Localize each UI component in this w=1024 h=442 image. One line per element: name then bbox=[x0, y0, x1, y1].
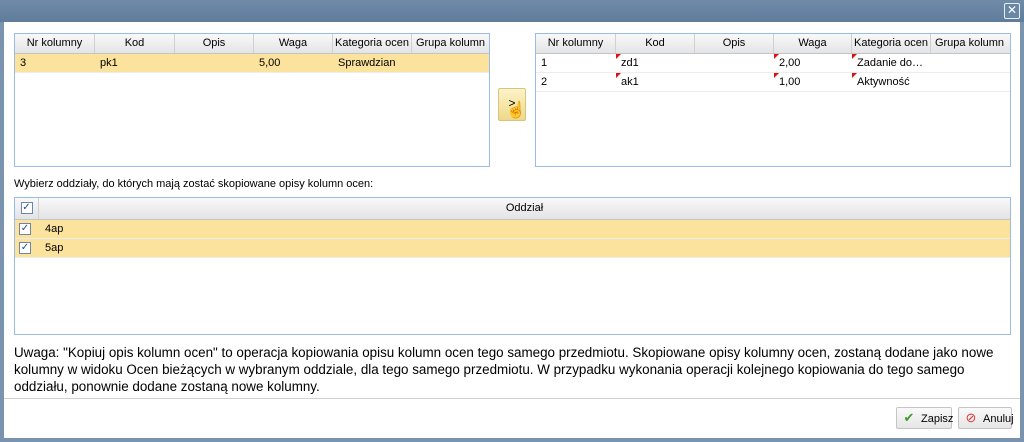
cancel-button[interactable]: ⊘ Anuluj bbox=[958, 407, 1014, 429]
col-header-kategoria[interactable]: Kategoria ocen bbox=[333, 34, 412, 53]
table-row[interactable]: 3 pk1 5,00 Sprawdzian bbox=[15, 54, 489, 73]
cell-kod: zd1 bbox=[616, 54, 695, 72]
save-button[interactable]: ✔ Zapisz bbox=[896, 407, 954, 429]
table-row[interactable]: 1 zd1 2,00 Zadanie dom... bbox=[536, 54, 1010, 73]
cell-opis bbox=[175, 54, 254, 72]
modified-marker-icon bbox=[616, 54, 621, 59]
cell-grupa bbox=[412, 54, 489, 72]
target-columns-grid: Nr kolumny Kod Opis Waga Kategoria ocen … bbox=[535, 33, 1011, 167]
cell-kod: pk1 bbox=[100, 57, 118, 69]
col-header-grupa[interactable]: Grupa kolumn bbox=[412, 34, 489, 53]
window-titlebar: ✕ bbox=[0, 0, 1024, 22]
checkbox-checked-icon: ✓ bbox=[19, 223, 31, 236]
source-columns-grid: Nr kolumny Kod Opis Waga Kategoria ocen … bbox=[14, 33, 490, 167]
cell-waga: 5,00 bbox=[259, 57, 281, 69]
cell-kategoria: Zadanie dom... bbox=[852, 54, 931, 72]
modified-marker-icon bbox=[774, 54, 779, 59]
warning-note: Uwaga: "Kopiuj opis kolumn ocen" to oper… bbox=[14, 345, 994, 394]
cell-grupa bbox=[931, 54, 1008, 72]
col-header-waga[interactable]: Waga bbox=[254, 34, 333, 53]
cell-kategoria: Aktywność bbox=[852, 73, 931, 91]
select-all-checkbox[interactable]: ✓ bbox=[15, 198, 39, 219]
cell-nr: 1 bbox=[541, 57, 548, 69]
col-header-kategoria[interactable]: Kategoria ocen bbox=[852, 34, 931, 53]
cell-kod: ak1 bbox=[616, 73, 695, 91]
target-grid-header: Nr kolumny Kod Opis Waga Kategoria ocen … bbox=[536, 34, 1010, 54]
checkmark-icon: ✔ bbox=[903, 410, 915, 425]
cancel-icon: ⊘ bbox=[965, 410, 977, 425]
col-header-grupa[interactable]: Grupa kolumn bbox=[931, 34, 1008, 53]
class-grid: ✓ Oddział ✓ 4ap ✓ 5ap bbox=[14, 197, 1011, 335]
cell-nr: 2 bbox=[541, 76, 548, 88]
dialog-body: Nr kolumny Kod Opis Waga Kategoria ocen … bbox=[4, 22, 1020, 438]
col-header-nr[interactable]: Nr kolumny bbox=[536, 34, 616, 53]
select-all-check-icon: ✓ bbox=[20, 202, 33, 215]
modified-marker-icon bbox=[852, 73, 857, 78]
class-grid-header: ✓ Oddział bbox=[15, 198, 1010, 220]
modified-marker-icon bbox=[774, 73, 779, 78]
col-header-oddzial[interactable]: Oddział bbox=[39, 198, 1010, 219]
row-checkbox[interactable]: ✓ bbox=[15, 220, 39, 238]
cell-opis bbox=[695, 54, 774, 72]
col-header-nr[interactable]: Nr kolumny bbox=[15, 34, 95, 53]
source-grid-header: Nr kolumny Kod Opis Waga Kategoria ocen … bbox=[15, 34, 489, 54]
cell-opis bbox=[695, 73, 774, 91]
class-name: 5ap bbox=[45, 242, 64, 254]
cancel-label: Anuluj bbox=[983, 413, 1014, 425]
list-item[interactable]: ✓ 4ap bbox=[15, 220, 1010, 239]
col-header-waga[interactable]: Waga bbox=[774, 34, 852, 53]
class-name: 4ap bbox=[45, 223, 64, 235]
footer-divider bbox=[4, 398, 1020, 399]
col-header-kod[interactable]: Kod bbox=[616, 34, 695, 53]
cell-grupa bbox=[931, 73, 1008, 91]
modified-marker-icon bbox=[852, 54, 857, 59]
row-checkbox[interactable]: ✓ bbox=[15, 239, 39, 257]
close-button[interactable]: ✕ bbox=[1004, 3, 1020, 19]
list-item[interactable]: ✓ 5ap bbox=[15, 239, 1010, 258]
col-header-opis[interactable]: Opis bbox=[175, 34, 254, 53]
col-header-kod[interactable]: Kod bbox=[95, 34, 175, 53]
cell-waga: 2,00 bbox=[774, 54, 852, 72]
modified-marker-icon bbox=[616, 73, 621, 78]
col-header-opis[interactable]: Opis bbox=[695, 34, 774, 53]
checkbox-checked-icon: ✓ bbox=[19, 242, 31, 255]
save-label: Zapisz bbox=[921, 413, 954, 425]
class-selection-label: Wybierz oddziały, do których mają zostać… bbox=[14, 178, 374, 190]
table-row[interactable]: 2 ak1 1,00 Aktywność bbox=[536, 73, 1010, 92]
cell-nr: 3 bbox=[20, 57, 27, 69]
cell-kategoria: Sprawdzian bbox=[338, 57, 396, 69]
hand-cursor-icon: ☝ bbox=[506, 102, 526, 119]
cell-waga: 1,00 bbox=[774, 73, 852, 91]
